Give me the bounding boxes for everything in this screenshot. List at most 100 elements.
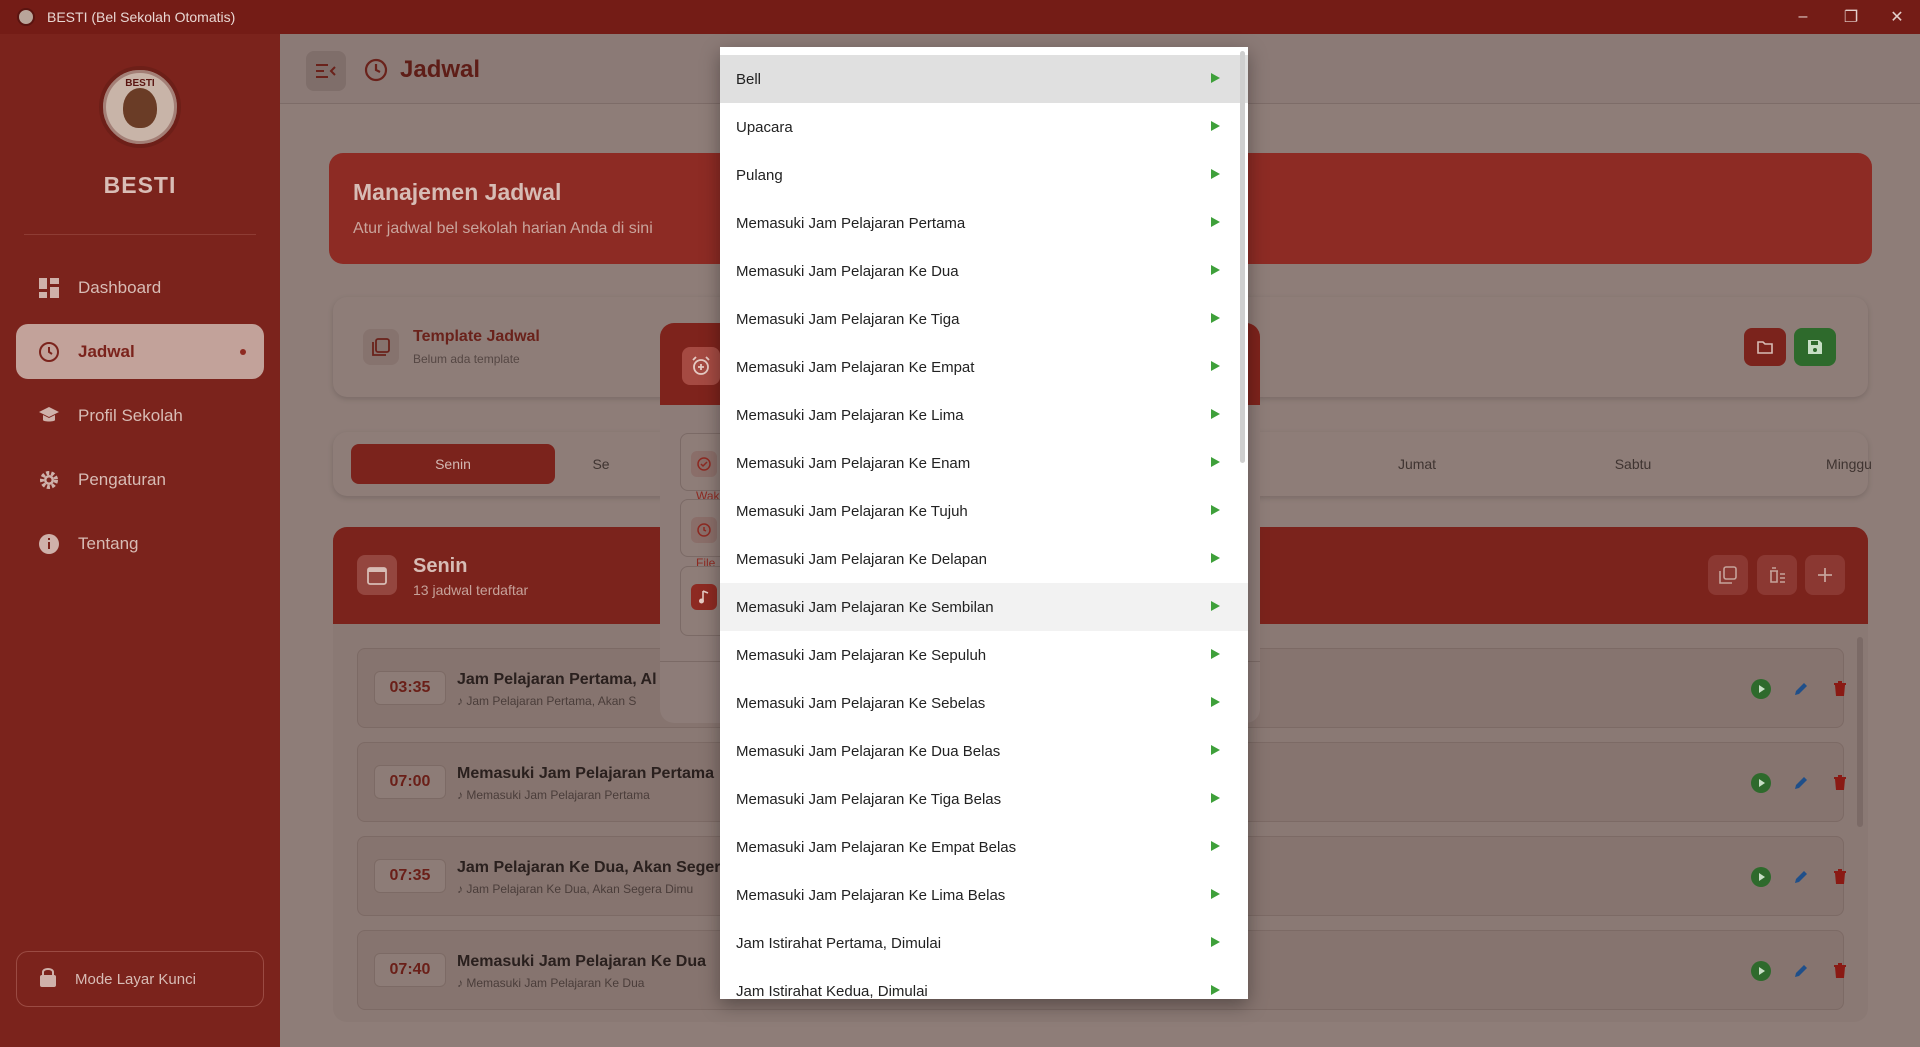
schedule-scrollbar[interactable] (1857, 637, 1863, 827)
dropdown-option[interactable]: Upacara (720, 103, 1248, 151)
tab-sabtu[interactable]: Sabtu (1531, 444, 1735, 484)
play-icon[interactable] (1211, 169, 1220, 179)
dropdown-option[interactable]: Memasuki Jam Pelajaran Ke Sebelas (720, 679, 1248, 727)
dropdown-option[interactable]: Memasuki Jam Pelajaran Ke Enam (720, 439, 1248, 487)
sidebar-item-tentang[interactable]: Tentang (16, 516, 264, 571)
maximize-button[interactable]: ❐ (1828, 0, 1874, 34)
template-icon (363, 329, 399, 365)
add-schedule-button[interactable] (1805, 555, 1845, 595)
sidebar-item-profil-sekolah[interactable]: Profil Sekolah (16, 388, 264, 443)
collapse-menu-button[interactable] (306, 51, 346, 91)
play-icon[interactable] (1211, 937, 1220, 947)
sound-dropdown-list[interactable]: Bell Upacara Pulang Memasuki Jam Pelajar… (720, 47, 1248, 999)
sidebar-item-label: Pengaturan (78, 469, 166, 489)
schedule-sound: ♪ Memasuki Jam Pelajaran Ke Dua (457, 976, 645, 990)
dropdown-option[interactable]: Memasuki Jam Pelajaran Ke Lima (720, 391, 1248, 439)
delete-button[interactable] (1830, 679, 1850, 699)
play-icon[interactable] (1211, 841, 1220, 851)
tab-senin[interactable]: Senin (351, 444, 555, 484)
dropdown-option[interactable]: Memasuki Jam Pelajaran Ke Lima Belas (720, 871, 1248, 919)
play-icon[interactable] (1211, 793, 1220, 803)
dropdown-option[interactable]: Memasuki Jam Pelajaran Ke Empat Belas (720, 823, 1248, 871)
dropdown-option[interactable]: Bell (720, 55, 1248, 103)
music-note-icon (691, 584, 717, 610)
play-icon (1751, 867, 1771, 887)
play-icon[interactable] (1211, 745, 1220, 755)
edit-button[interactable] (1791, 773, 1811, 793)
active-indicator (240, 349, 246, 355)
play-icon[interactable] (1211, 73, 1220, 83)
schedule-title: Jam Pelajaran Ke Dua, Akan Seger (457, 859, 721, 876)
delete-button[interactable] (1830, 773, 1850, 793)
pencil-icon (1795, 683, 1807, 695)
hero-subtitle: Atur jadwal bel sekolah harian Anda di s… (353, 220, 653, 237)
dropdown-option[interactable]: Pulang (720, 151, 1248, 199)
sidebar-item-jadwal[interactable]: Jadwal (16, 324, 264, 379)
play-button[interactable] (1751, 773, 1771, 793)
dropdown-option[interactable]: Memasuki Jam Pelajaran Ke Delapan (720, 535, 1248, 583)
dropdown-scrollbar[interactable] (1240, 51, 1245, 463)
play-icon[interactable] (1211, 889, 1220, 899)
window-title: BESTI (Bel Sekolah Otomatis) (47, 9, 236, 25)
tab-jumat[interactable]: Jumat (1315, 444, 1519, 484)
delete-button[interactable] (1830, 867, 1850, 887)
dropdown-option[interactable]: Memasuki Jam Pelajaran Ke Empat (720, 343, 1248, 391)
dropdown-option[interactable]: Memasuki Jam Pelajaran Ke Sembilan (720, 583, 1248, 631)
edit-button[interactable] (1791, 679, 1811, 699)
sidebar-item-dashboard[interactable]: Dashboard (16, 260, 264, 315)
play-icon (1751, 773, 1771, 793)
minimize-button[interactable]: – (1780, 0, 1826, 34)
sidebar-item-label: Dashboard (78, 277, 162, 297)
load-template-button[interactable] (1744, 328, 1786, 366)
alarm-add-icon (682, 347, 720, 385)
play-icon[interactable] (1211, 121, 1220, 131)
delete-all-icon (1770, 567, 1785, 583)
sidebar-item-pengaturan[interactable]: Pengaturan (16, 452, 264, 507)
play-button[interactable] (1751, 679, 1771, 699)
schedule-title: Memasuki Jam Pelajaran Pertama (457, 765, 715, 782)
dropdown-option[interactable]: Memasuki Jam Pelajaran Ke Tiga (720, 295, 1248, 343)
lock-screen-button[interactable]: Mode Layar Kunci (16, 951, 264, 1007)
edit-button[interactable] (1791, 867, 1811, 887)
play-icon[interactable] (1211, 217, 1220, 227)
brand-name: BESTI (103, 172, 177, 198)
save-template-button[interactable] (1794, 328, 1836, 366)
play-icon[interactable] (1211, 409, 1220, 419)
dropdown-option[interactable]: Jam Istirahat Pertama, Dimulai (720, 919, 1248, 967)
hero-title: Manajemen Jadwal (353, 179, 562, 205)
tab-selasa[interactable]: Se (581, 444, 621, 484)
edit-button[interactable] (1791, 961, 1811, 981)
dropdown-option[interactable]: Memasuki Jam Pelajaran Ke Tiga Belas (720, 775, 1248, 823)
pencil-icon (1795, 777, 1807, 789)
lock-icon (39, 967, 57, 991)
dropdown-option[interactable]: Memasuki Jam Pelajaran Pertama (720, 199, 1248, 247)
tab-minggu[interactable]: Minggu (1747, 444, 1920, 484)
play-icon[interactable] (1211, 649, 1220, 659)
play-icon[interactable] (1211, 985, 1220, 995)
copy-icon (1719, 566, 1737, 584)
play-icon[interactable] (1211, 313, 1220, 323)
delete-button[interactable] (1830, 961, 1850, 981)
info-icon (38, 533, 60, 555)
play-icon[interactable] (1211, 361, 1220, 371)
pencil-icon (1795, 965, 1807, 977)
play-icon[interactable] (1211, 265, 1220, 275)
gear-icon (38, 469, 60, 491)
logo-mascot (123, 88, 157, 128)
dropdown-option[interactable]: Memasuki Jam Pelajaran Ke Dua (720, 247, 1248, 295)
dropdown-option[interactable]: Memasuki Jam Pelajaran Ke Dua Belas (720, 727, 1248, 775)
dropdown-option[interactable]: Memasuki Jam Pelajaran Ke Tujuh (720, 487, 1248, 535)
copy-schedule-button[interactable] (1708, 555, 1748, 595)
clear-schedule-button[interactable] (1757, 555, 1797, 595)
dropdown-option[interactable]: Memasuki Jam Pelajaran Ke Sepuluh (720, 631, 1248, 679)
play-icon[interactable] (1211, 457, 1220, 467)
play-icon[interactable] (1211, 697, 1220, 707)
play-icon[interactable] (1211, 505, 1220, 515)
play-button[interactable] (1751, 961, 1771, 981)
close-button[interactable]: ✕ (1874, 0, 1920, 34)
play-icon[interactable] (1211, 601, 1220, 611)
sidebar-divider (24, 234, 256, 235)
play-icon[interactable] (1211, 553, 1220, 563)
dropdown-option[interactable]: Jam Istirahat Kedua, Dimulai (720, 967, 1248, 999)
play-button[interactable] (1751, 867, 1771, 887)
